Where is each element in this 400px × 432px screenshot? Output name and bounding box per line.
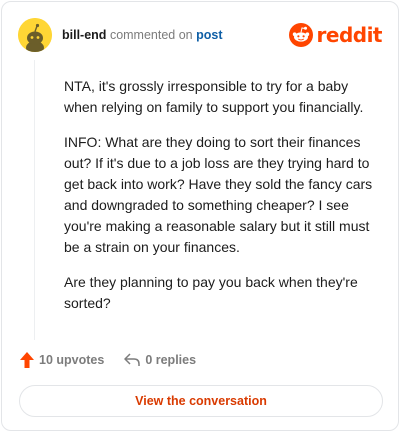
upvote-count: 10 upvotes (39, 353, 105, 367)
thread-line (34, 60, 35, 340)
comment-embed-card: bill-end commented on post reddit NTA, i… (1, 1, 399, 431)
comment-paragraph: Are they planning to pay you back when t… (64, 274, 358, 311)
comment-byline: bill-end commented on post (62, 28, 223, 42)
action-text: commented on (109, 28, 193, 42)
reply-arrow-icon (124, 353, 141, 366)
comment-body: NTA, it's grossly irresponsible to try f… (64, 76, 382, 328)
comment-header: bill-end commented on post reddit (18, 18, 383, 52)
comment-paragraph: INFO: What are they doing to sort their … (64, 134, 373, 255)
upvote-button[interactable]: 10 upvotes (20, 352, 104, 368)
comment-actions: 10 upvotes 0 replies (20, 351, 216, 369)
reply-button[interactable]: 0 replies (124, 353, 196, 367)
reddit-logo-icon (288, 23, 313, 47)
comment-paragraph: NTA, it's grossly irresponsible to try f… (64, 78, 364, 115)
upvote-arrow-icon (20, 352, 34, 368)
post-link[interactable]: post (196, 28, 222, 42)
username-link[interactable]: bill-end (62, 28, 106, 42)
snoo-avatar-icon[interactable] (18, 18, 52, 52)
reply-count: 0 replies (145, 353, 197, 367)
reddit-brand[interactable]: reddit (288, 22, 383, 48)
brand-wordmark: reddit (316, 23, 383, 47)
view-conversation-button[interactable]: View the conversation (19, 385, 383, 417)
